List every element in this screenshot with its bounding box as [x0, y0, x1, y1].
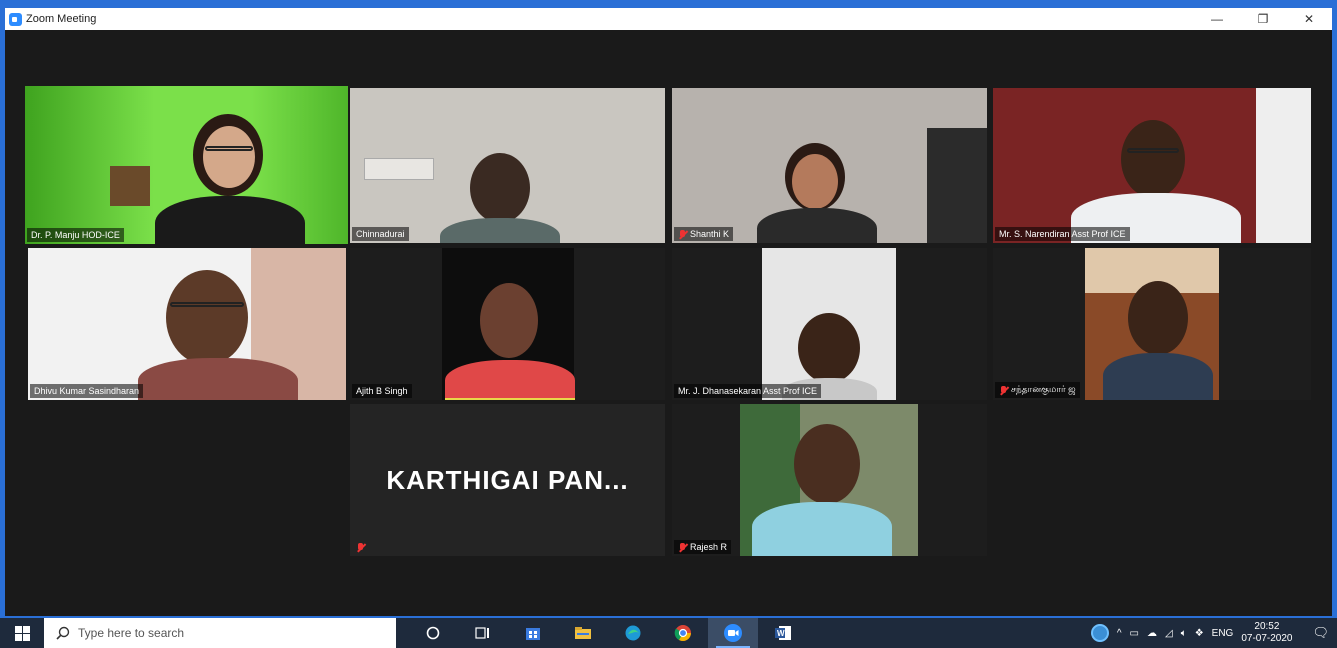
svg-text:W: W [777, 629, 785, 638]
participant-name-card: KARTHIGAI PAN... [386, 464, 629, 495]
video-tile-narendiran[interactable]: Mr. S. Narendiran Asst Prof ICE [993, 88, 1311, 243]
participant-name: Mr. S. Narendiran Asst Prof ICE [995, 227, 1130, 241]
cortana-icon[interactable] [408, 618, 458, 648]
participant-name: Dr. P. Manju HOD-ICE [27, 228, 124, 242]
store-icon[interactable] [508, 618, 558, 648]
taskbar-clock[interactable]: 20:52 07-07-2020 [1241, 621, 1292, 645]
video-tile-ajith[interactable]: Ajith B Singh [350, 248, 665, 400]
video-tile-rajesh[interactable]: Rajesh R [672, 404, 987, 556]
muted-mic-icon [678, 542, 687, 552]
network-icon[interactable]: ◿ [1165, 628, 1173, 639]
video-tile-chinnadurai[interactable]: Chinnadurai [350, 88, 665, 243]
search-icon [56, 626, 70, 640]
video-tile-santhanakumar[interactable]: சந்தானகுமார் ஜ [993, 248, 1311, 400]
search-placeholder: Type here to search [78, 626, 185, 640]
battery-icon[interactable]: ▭ [1130, 628, 1139, 639]
video-tile-dhanasekaran[interactable]: Mr. J. Dhanasekaran Asst Prof ICE [672, 248, 987, 400]
zoom-meeting-window: Zoom Meeting — ❐ ✕ Dr. P. Manju HOD-ICE … [5, 8, 1332, 616]
participant-name: Rajesh R [674, 540, 732, 554]
title-bar: Zoom Meeting — ❐ ✕ [5, 8, 1332, 30]
minimize-button[interactable]: — [1194, 8, 1240, 30]
edge-icon[interactable] [608, 618, 658, 648]
zoom-logo-icon [9, 12, 22, 26]
video-tile-shanthi[interactable]: Shanthi K [672, 88, 987, 243]
muted-mic-icon [678, 229, 687, 239]
window-title: Zoom Meeting [26, 13, 97, 25]
start-button[interactable] [0, 618, 44, 648]
windows-taskbar: Type here to search W ^ ▭ ☁ ◿ 🔈︎ ❖ ENG 2… [0, 618, 1337, 648]
restore-button[interactable]: ❐ [1240, 8, 1286, 30]
language-indicator[interactable]: ENG [1212, 628, 1234, 639]
participant-name: Shanthi K [674, 227, 734, 241]
participant-name: சந்தானகுமார் ஜ [995, 382, 1080, 398]
muted-mic-icon [356, 543, 365, 552]
chrome-icon[interactable] [658, 618, 708, 648]
video-tile-manju[interactable]: Dr. P. Manju HOD-ICE [25, 86, 348, 244]
word-icon[interactable]: W [758, 618, 808, 648]
system-tray: ^ ▭ ☁ ◿ 🔈︎ ❖ ENG 20:52 07-07-2020 🗨︎ [1090, 621, 1337, 645]
clock-date: 07-07-2020 [1241, 633, 1293, 644]
gallery-view: Dr. P. Manju HOD-ICE Chinnadurai Shanthi… [5, 30, 1332, 616]
volume-icon[interactable]: 🔈︎ [1181, 628, 1187, 639]
windows-logo-icon [14, 625, 30, 641]
onedrive-icon[interactable]: ☁ [1147, 628, 1157, 639]
participant-name: Dhivu Kumar Sasindharan [30, 384, 144, 398]
file-explorer-icon[interactable] [558, 618, 608, 648]
participant-name: Chinnadurai [352, 227, 409, 241]
muted-mic-icon [999, 385, 1008, 395]
people-icon[interactable] [1090, 624, 1109, 642]
participant-name [352, 541, 369, 554]
chevron-up-icon[interactable]: ^ [1117, 628, 1122, 639]
close-button[interactable]: ✕ [1286, 8, 1332, 30]
task-view-icon[interactable] [458, 618, 508, 648]
name-card-tile-karthigai[interactable]: KARTHIGAI PAN... [350, 404, 665, 556]
zoom-app-icon[interactable] [708, 618, 758, 648]
clock-time: 20:52 [1254, 621, 1280, 632]
participant-name: Mr. J. Dhanasekaran Asst Prof ICE [674, 384, 822, 398]
video-tile-dhivu[interactable]: Dhivu Kumar Sasindharan [28, 248, 346, 400]
dropbox-icon[interactable]: ❖ [1195, 628, 1204, 639]
taskbar-search-box[interactable]: Type here to search [44, 618, 396, 648]
participant-name: Ajith B Singh [352, 384, 412, 398]
notification-icon[interactable]: 🗨︎ [1312, 625, 1329, 641]
